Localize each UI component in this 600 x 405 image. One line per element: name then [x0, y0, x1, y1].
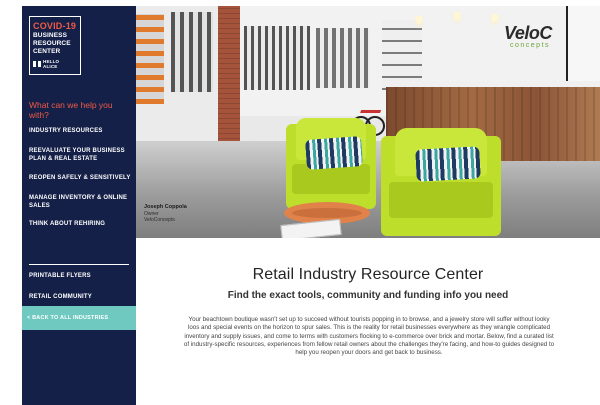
hello-alice-icon	[33, 61, 41, 67]
logo-subtitle-line-3: CENTER	[33, 48, 61, 55]
brick-column	[218, 6, 240, 154]
sidebar-item-rehiring[interactable]: THINK ABOUT REHIRING	[29, 220, 131, 228]
merchandise-shelf	[171, 12, 213, 92]
merchandise-shelf	[382, 20, 422, 90]
covid-resource-center-logo[interactable]: COVID-19 BUSINESS RESOURCE CENTER HELLO …	[29, 16, 81, 75]
merchandise-shelf	[136, 14, 164, 104]
ceiling-light	[492, 14, 498, 22]
logo-subtitle-line-1: BUSINESS	[33, 32, 68, 39]
retail-community-link[interactable]: RETAIL COMMUNITY	[29, 293, 131, 301]
sidebar-nav: INDUSTRY RESOURCES REEVALUATE YOUR BUSIN…	[29, 127, 131, 228]
ceiling-light	[416, 16, 422, 24]
chair-seat	[389, 182, 493, 218]
merchandise-shelf	[244, 26, 310, 90]
sidebar-item-reopen-safely[interactable]: REOPEN SAFELY & SENSITIVELY	[29, 174, 131, 182]
veloconcepts-store-logo: VeloC concepts	[504, 24, 584, 54]
hello-alice-brand: HELLO ALICE	[33, 59, 77, 69]
main-content: Retail Industry Resource Center Find the…	[136, 238, 600, 405]
hello-alice-text: HELLO ALICE	[43, 59, 59, 69]
caption-name: Joseph Coppola	[144, 204, 187, 210]
striped-pillow	[415, 146, 481, 182]
page-intro-text: Your beachtown boutique wasn't set up to…	[183, 316, 555, 357]
brand-line-2: ALICE	[43, 64, 58, 69]
sidebar-item-manage-inventory[interactable]: MANAGE INVENTORY & ONLINE SALES	[29, 194, 131, 210]
sidebar-item-industry-resources[interactable]: INDUSTRY RESOURCES	[29, 127, 131, 135]
caption-company: VeloConcepts	[144, 217, 175, 223]
merchandise-shelf	[316, 28, 370, 88]
logo-title: COVID-19	[33, 21, 77, 31]
store-logo-sub: concepts	[510, 42, 551, 49]
back-to-all-industries-link[interactable]: < BACK TO ALL INDUSTRIES	[22, 306, 136, 330]
help-heading: What can we help you with?	[29, 100, 113, 120]
logo-subtitle-line-2: RESOURCE	[33, 40, 71, 47]
page: COVID-19 BUSINESS RESOURCE CENTER HELLO …	[0, 0, 600, 405]
chair-seat	[292, 164, 370, 194]
page-subtitle: Find the exact tools, community and fund…	[227, 290, 509, 301]
hero-image: VeloC concepts Joseph Coppola Owner Velo…	[136, 6, 600, 238]
printable-flyers-link[interactable]: PRINTABLE FLYERS	[29, 272, 131, 280]
sidebar-divider	[29, 264, 129, 265]
page-title: Retail Industry Resource Center	[252, 266, 484, 283]
store-logo-main: VeloC	[504, 23, 552, 43]
striped-pillow	[305, 136, 363, 170]
sidebar: COVID-19 BUSINESS RESOURCE CENTER HELLO …	[22, 6, 136, 405]
photo-caption: Joseph Coppola Owner VeloConcepts	[144, 204, 234, 223]
sidebar-item-reevaluate-business-plan[interactable]: REEVALUATE YOUR BUSINESS PLAN & REAL EST…	[29, 147, 131, 163]
ceiling-light	[454, 12, 460, 20]
